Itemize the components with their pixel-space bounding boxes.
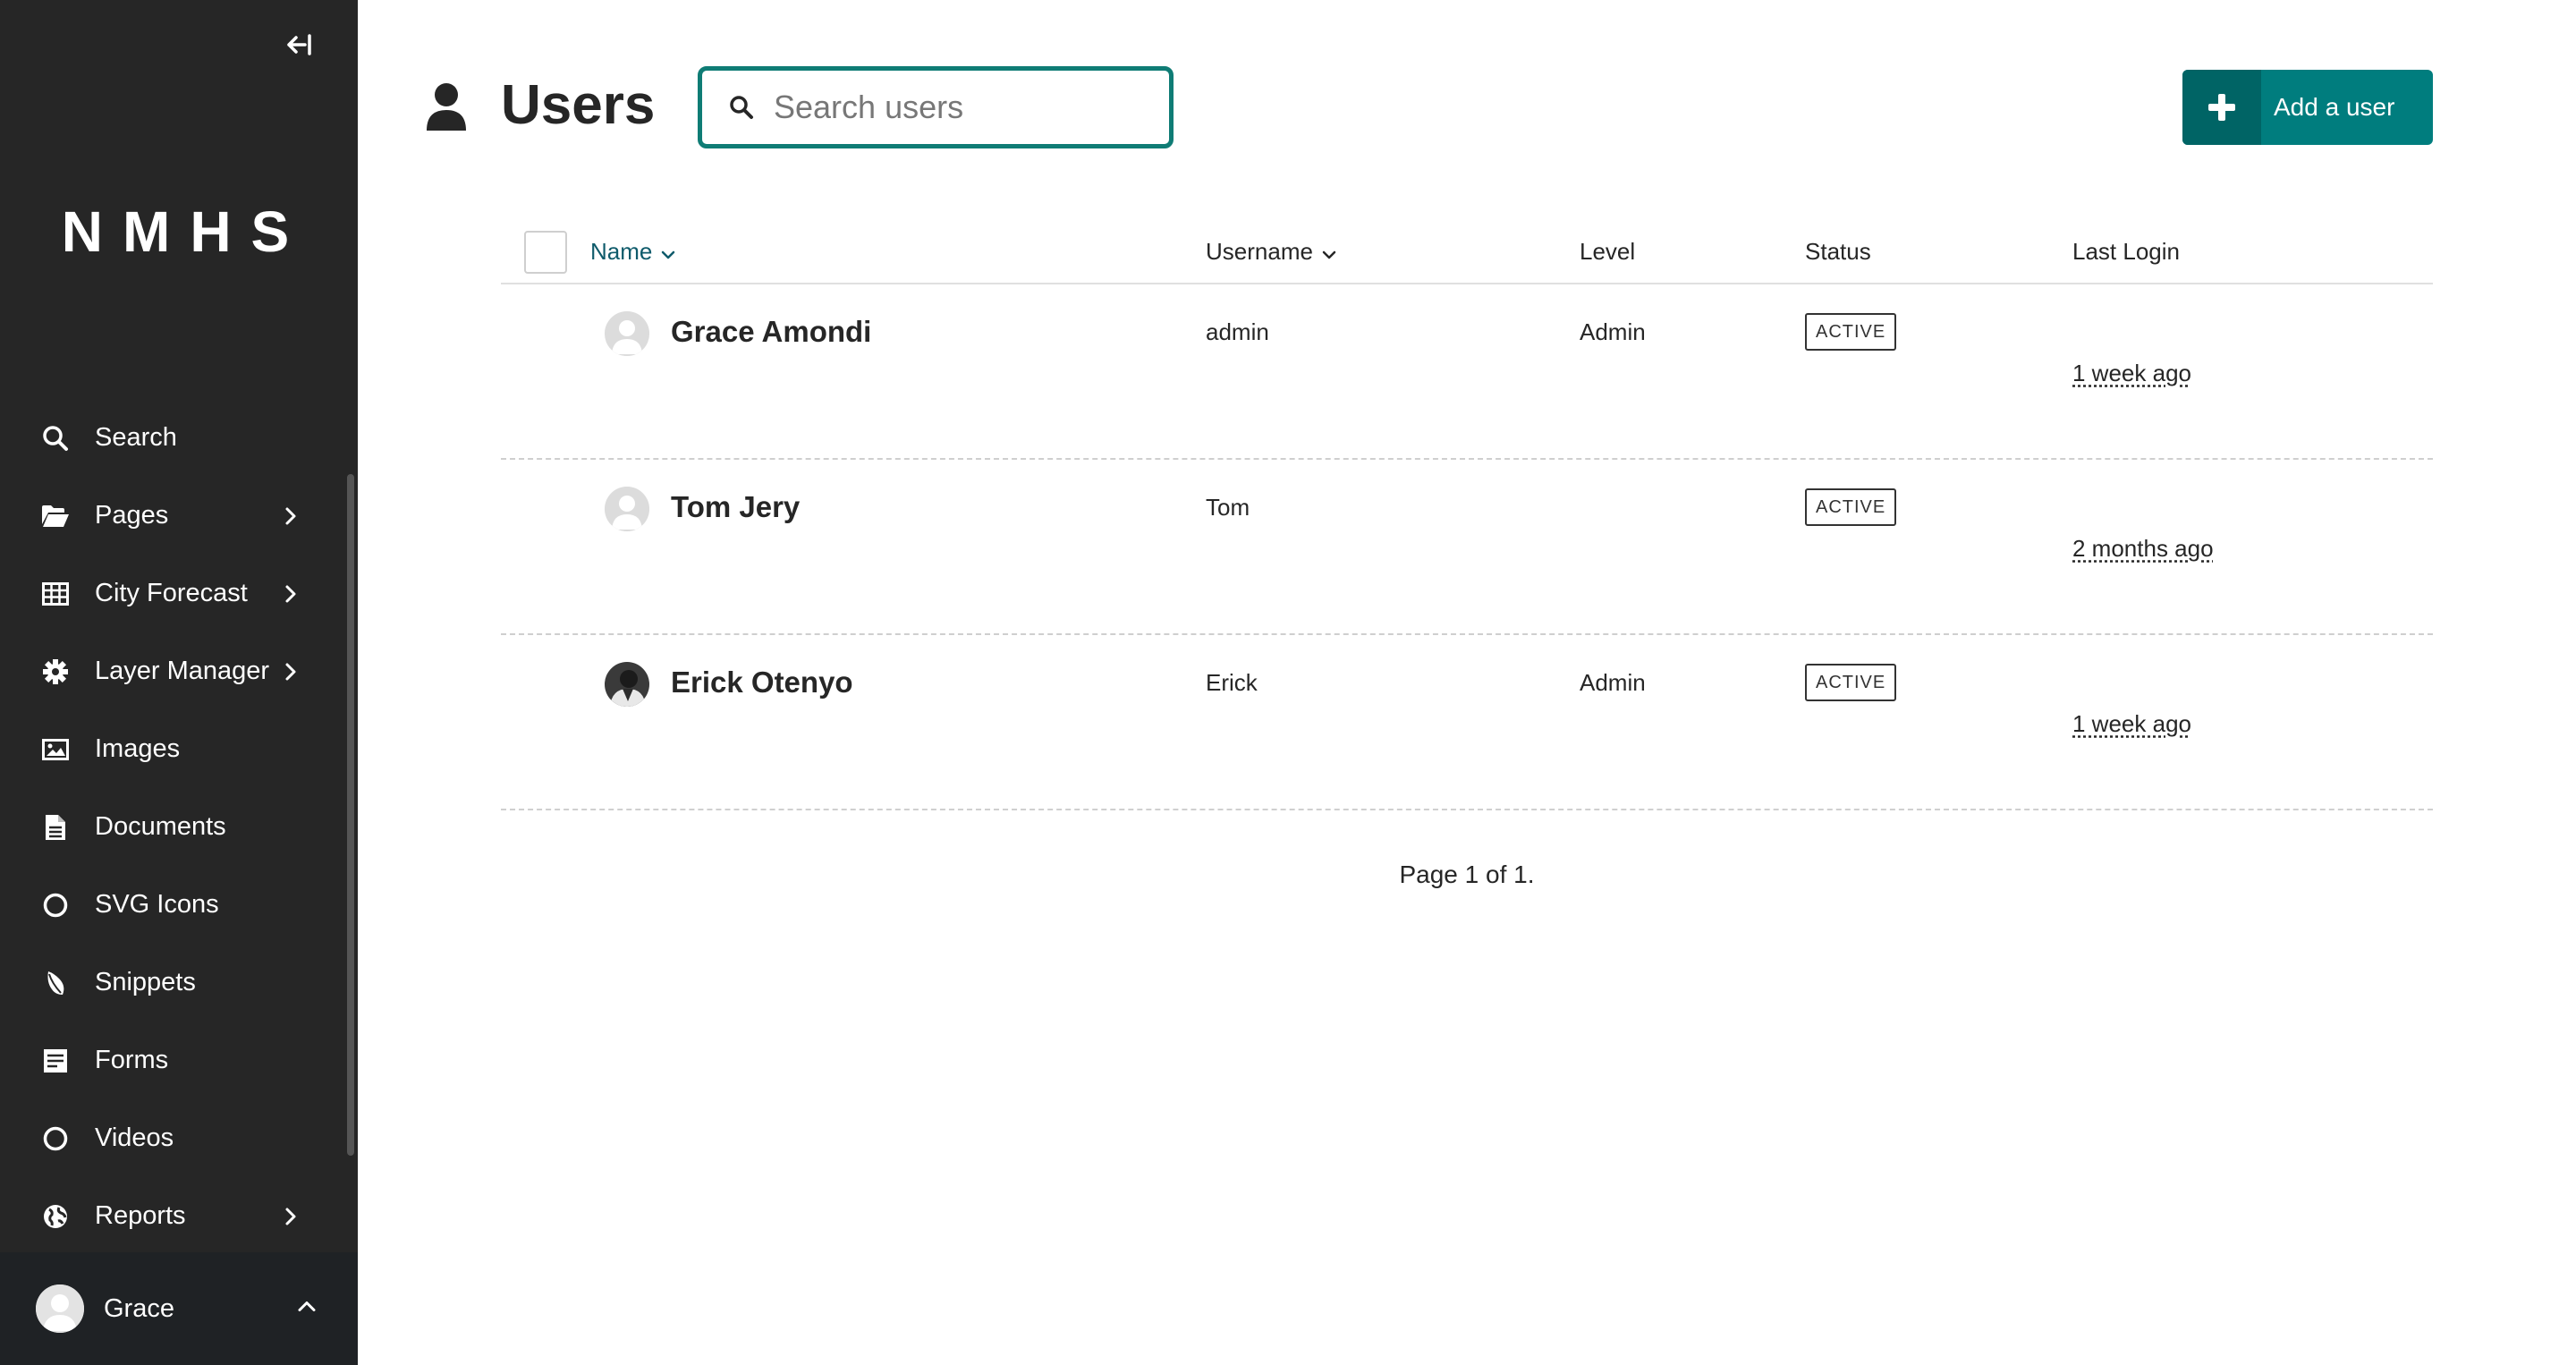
- sidebar-item-snippets[interactable]: Snippets: [0, 944, 345, 1022]
- sidebar-item-label: Forms: [95, 1046, 169, 1074]
- chevron-right-icon: [281, 1207, 301, 1226]
- table-icon: [41, 580, 70, 608]
- user-name-link[interactable]: Grace Amondi: [671, 315, 871, 349]
- column-header-level: Level: [1580, 238, 1636, 265]
- collapse-icon: [287, 34, 311, 55]
- sidebar-item-label: SVG Icons: [95, 890, 219, 919]
- user-level: Admin: [1580, 318, 1646, 345]
- sidebar-item-label: Search: [95, 423, 177, 452]
- status-badge: ACTIVE: [1805, 664, 1897, 701]
- site-logo[interactable]: NMHS: [0, 199, 358, 265]
- collapse-sidebar-button[interactable]: [281, 27, 317, 63]
- search-icon: [41, 424, 70, 453]
- image-icon: [41, 735, 70, 764]
- sidebar-item-label: Documents: [95, 812, 226, 841]
- sidebar-item-layer-manager[interactable]: Layer Manager: [0, 632, 345, 710]
- last-login: 2 months ago: [2072, 535, 2214, 562]
- plus-icon: [2182, 70, 2261, 145]
- user-name-link[interactable]: Erick Otenyo: [671, 666, 853, 699]
- circle-icon: [41, 891, 70, 920]
- sidebar-menu: Search Pages City Forecast Layer Manager…: [0, 399, 345, 1255]
- account-menu[interactable]: Grace: [0, 1252, 358, 1365]
- sidebar-item-label: Layer Manager: [95, 657, 270, 685]
- search-input[interactable]: [774, 89, 1149, 126]
- search-icon: [729, 95, 754, 120]
- folder-open-icon: [41, 502, 70, 530]
- search-field[interactable]: [698, 66, 1174, 148]
- add-user-button[interactable]: Add a user: [2182, 70, 2433, 145]
- page-title: Users: [501, 74, 656, 136]
- chevron-down-icon: [661, 238, 675, 266]
- sidebar-item-svg-icons[interactable]: SVG Icons: [0, 866, 345, 944]
- chevron-right-icon: [281, 584, 301, 604]
- chevron-up-icon: [297, 1301, 317, 1318]
- table-row: Grace Amondi admin Admin ACTIVE 1 week a…: [501, 284, 2433, 460]
- circle-icon: [41, 1124, 70, 1153]
- sidebar-item-images[interactable]: Images: [0, 710, 345, 788]
- username: admin: [1206, 318, 1269, 345]
- user-level: Admin: [1580, 669, 1646, 696]
- user-icon: [426, 82, 467, 132]
- column-header-last-login: Last Login: [2072, 238, 2180, 265]
- sidebar-item-pages[interactable]: Pages: [0, 477, 345, 555]
- sort-by-name[interactable]: Name: [590, 238, 675, 266]
- last-login: 1 week ago: [2072, 710, 2191, 737]
- sidebar-item-reports[interactable]: Reports: [0, 1177, 345, 1255]
- sidebar-item-label: City Forecast: [95, 579, 248, 607]
- chevron-right-icon: [281, 662, 301, 682]
- sidebar-item-label: Videos: [95, 1123, 174, 1152]
- username: Tom: [1206, 494, 1250, 521]
- status-badge: ACTIVE: [1805, 313, 1897, 351]
- status-badge: ACTIVE: [1805, 488, 1897, 526]
- sidebar-item-search[interactable]: Search: [0, 399, 345, 477]
- username: Erick: [1206, 669, 1258, 696]
- column-header-username: Username: [1206, 238, 1313, 265]
- avatar: [605, 311, 649, 356]
- table-row: Tom Jery Tom ACTIVE 2 months ago: [501, 460, 2433, 635]
- sidebar-item-label: Snippets: [95, 968, 196, 996]
- select-all-checkbox[interactable]: [524, 231, 567, 274]
- sidebar-item-label: Pages: [95, 501, 169, 530]
- chevron-down-icon: [1322, 238, 1336, 266]
- last-login: 1 week ago: [2072, 360, 2191, 386]
- cog-icon: [41, 657, 70, 686]
- sidebar-item-label: Images: [95, 734, 181, 763]
- sidebar-item-videos[interactable]: Videos: [0, 1099, 345, 1177]
- form-icon: [41, 1047, 70, 1075]
- sidebar-item-city-forecast[interactable]: City Forecast: [0, 555, 345, 632]
- chevron-right-icon: [281, 506, 301, 526]
- avatar: [605, 662, 649, 707]
- user-name-link[interactable]: Tom Jery: [671, 490, 800, 524]
- pagination-info: Page 1 of 1.: [1399, 861, 1535, 888]
- sidebar-item-documents[interactable]: Documents: [0, 788, 345, 866]
- account-name: Grace: [104, 1293, 174, 1323]
- column-header-name: Name: [590, 238, 653, 265]
- avatar: [605, 487, 649, 531]
- table-header: Name Username Level Status Last Login: [501, 224, 2433, 284]
- sidebar-item-forms[interactable]: Forms: [0, 1022, 345, 1099]
- column-header-status: Status: [1805, 238, 1871, 265]
- sort-by-username[interactable]: Username: [1206, 238, 1336, 266]
- snippet-icon: [41, 969, 70, 997]
- table-row: Erick Otenyo Erick Admin ACTIVE 1 week a…: [501, 635, 2433, 810]
- avatar: [36, 1284, 84, 1333]
- sidebar-scrollbar[interactable]: [347, 474, 354, 1156]
- sidebar-item-label: Reports: [95, 1201, 186, 1230]
- sidebar: NMHS Search Pages City Forecast Layer Ma…: [0, 0, 358, 1365]
- document-icon: [41, 813, 70, 842]
- add-user-label: Add a user: [2274, 93, 2395, 121]
- globe-icon: [41, 1202, 70, 1231]
